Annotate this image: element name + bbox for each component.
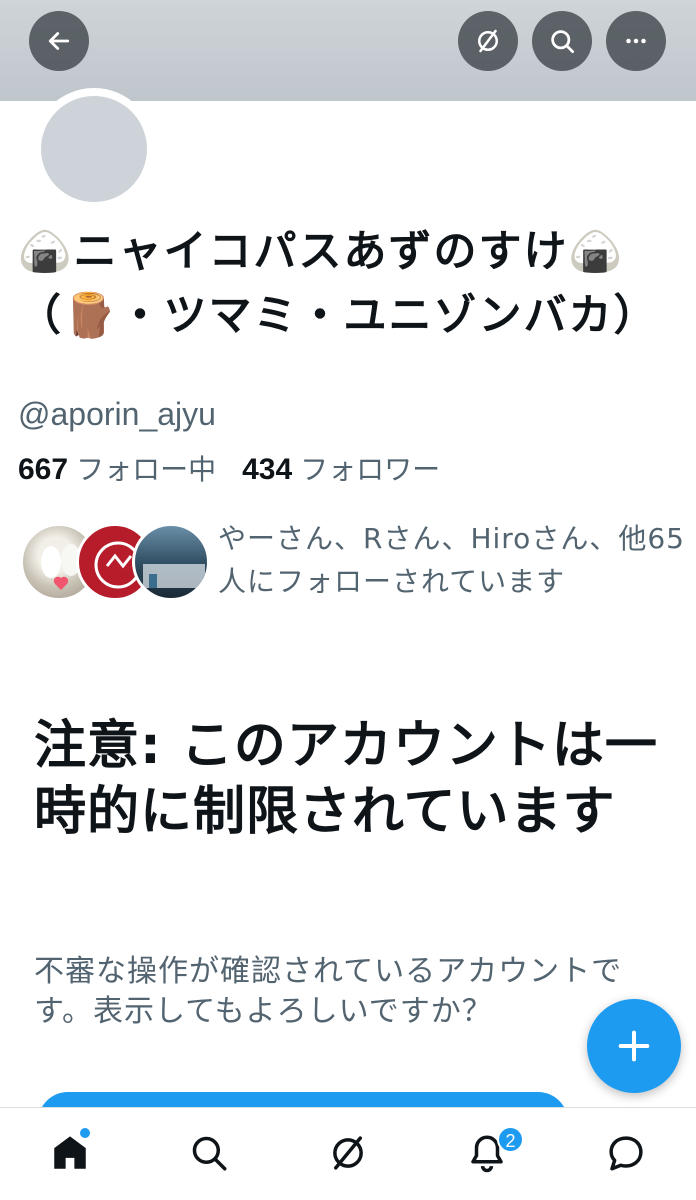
followers-count[interactable]: 434 [242,453,292,487]
lightning-circle-icon [333,1136,363,1170]
notifications-badge: 2 [497,1126,524,1153]
profile-stats: 667 フォロー中 434 フォロワー [18,448,466,488]
followers-you-know-text: やーさん、Rさん、Hiroさん、他65人にフォローされています [218,522,685,598]
profile-handle: @aporin_ajyu [18,396,216,432]
profile-avatar[interactable] [33,88,155,210]
search-button[interactable] [532,11,592,71]
following-count[interactable]: 667 [18,453,68,487]
arrow-left-icon [48,32,70,50]
nav-search[interactable] [186,1130,232,1176]
more-horizontal-icon [626,38,646,44]
home-icon [54,1136,86,1169]
following-label[interactable]: フォロー中 [76,448,216,488]
default-avatar-placeholder [41,96,147,202]
restricted-account-title: 注意: このアカウントは一時的に制限されています [34,716,658,842]
search-icon [192,1136,227,1171]
nav-spaces[interactable] [325,1130,371,1176]
profile-display-name: 🍙ニャイコパスあずのすけ🍙（🪵・ツマミ・ユニゾンバカ） [18,227,659,341]
profile-banner [0,0,696,101]
bottom-navigation: 2 [0,1107,696,1200]
lightning-circle-icon [478,29,498,53]
followers-label[interactable]: フォロワー [300,448,440,488]
plus-icon [618,1030,650,1062]
home-unread-dot [80,1128,90,1138]
topics-button[interactable] [458,11,518,71]
compose-tweet-button[interactable] [587,999,681,1093]
more-button[interactable] [606,11,666,71]
search-icon [551,30,574,53]
nav-messages[interactable] [603,1130,649,1176]
back-button[interactable] [29,11,89,71]
restricted-account-description: 不審な操作が確認されているアカウントです。表示してもよろしいですか？ [34,954,623,1029]
follower-avatar [132,523,210,601]
chat-bubble-icon [609,1136,643,1171]
followers-you-know[interactable]: やーさん、Rさん、Hiroさん、他65人にフォローされています [20,515,690,605]
